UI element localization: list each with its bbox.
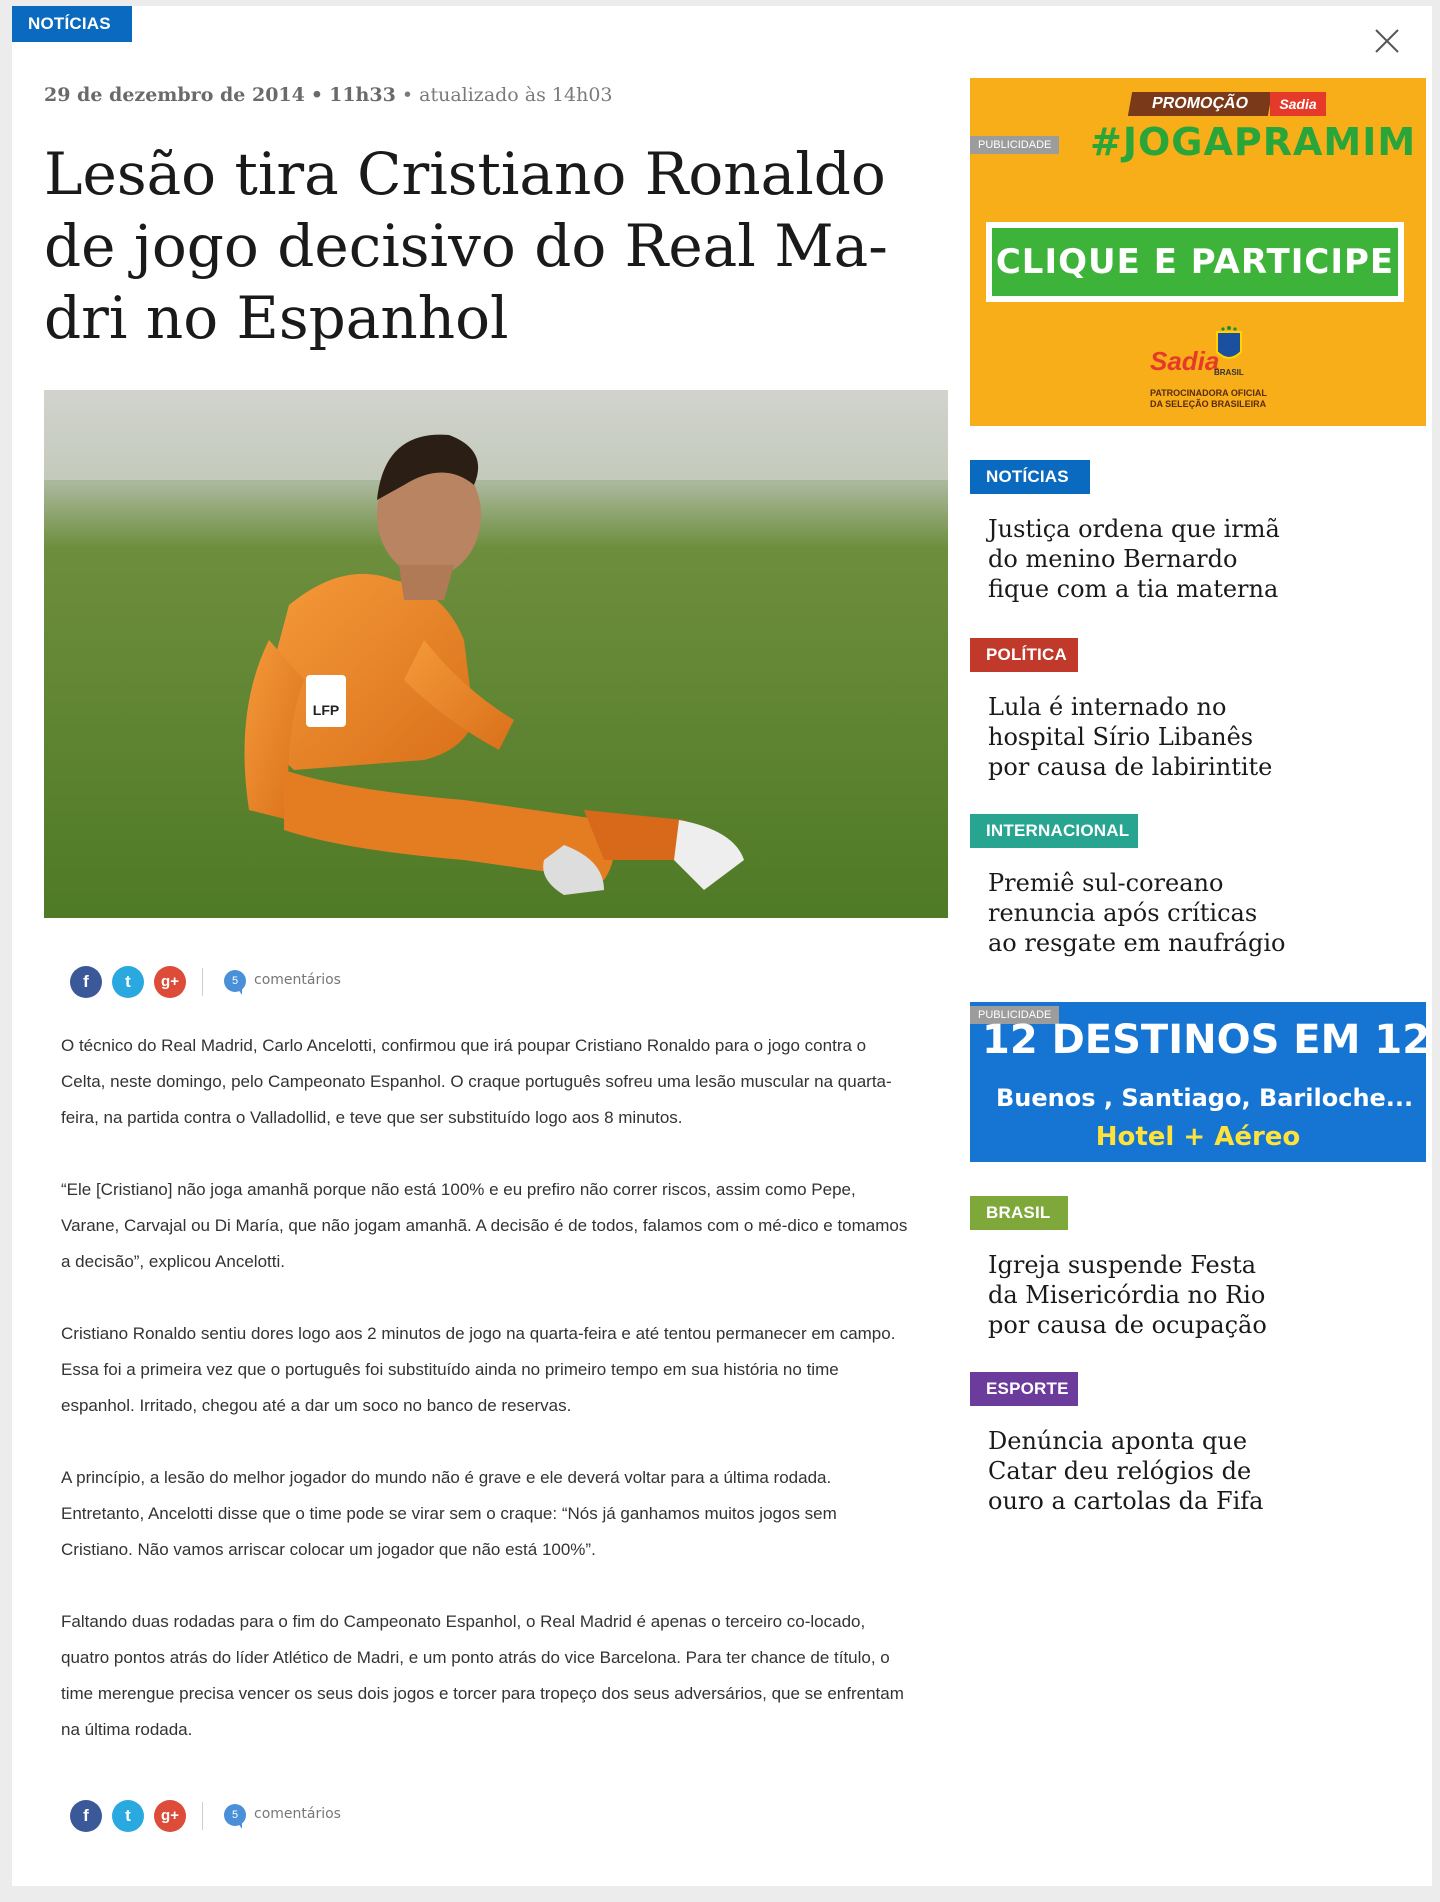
sidebar-tag-politica[interactable]: POLÍTICA xyxy=(970,638,1078,672)
lfp-badge xyxy=(306,675,346,727)
meta-separator: • xyxy=(310,84,324,106)
section-tag-noticias[interactable]: NOTÍCIAS xyxy=(12,6,132,42)
ad-brasil-text: BRASIL xyxy=(1214,368,1244,377)
close-icon[interactable] xyxy=(1372,26,1402,56)
divider xyxy=(202,968,203,996)
headline-line: renuncia após críticas xyxy=(988,899,1258,927)
sidebar-tag-esporte[interactable]: ESPORTE xyxy=(970,1372,1078,1406)
sidebar-headline[interactable]: Justiça ordena que irmã do menino Bernar… xyxy=(988,514,1308,604)
article-time: 11h33 xyxy=(329,84,396,106)
headline-line: Lula é internado no xyxy=(988,693,1227,721)
twitter-icon[interactable]: t xyxy=(112,966,144,998)
comments-link[interactable]: comentários xyxy=(254,972,341,988)
headline-line: Denúncia aponta que xyxy=(988,1427,1248,1455)
ad-travel-offer: Hotel + Aéreo xyxy=(1095,1122,1301,1152)
headline-line: hospital Sírio Libanês xyxy=(988,723,1254,751)
sidebar-headline[interactable]: Igreja suspende Festa da Misericórdia no… xyxy=(988,1250,1308,1340)
headline-line: Lesão tira Cristiano Ronaldo xyxy=(44,140,886,208)
lfp-badge-text: LFP xyxy=(313,702,339,718)
article-paragraph: Cristiano Ronaldo sentiu dores logo aos … xyxy=(61,1324,896,1415)
article-paragraph: O técnico do Real Madrid, Carlo Ancelott… xyxy=(61,1036,892,1127)
twitter-icon[interactable]: t xyxy=(112,1800,144,1832)
ad-cta-button[interactable]: CLIQUE E PARTICIPE xyxy=(992,228,1398,296)
ad-hashtag: #JOGAPRAMIM xyxy=(1090,120,1417,164)
ad-travel-headline: 12 DESTINOS EM 12x xyxy=(982,1017,1426,1063)
headline-line: por causa de labirintite xyxy=(988,753,1273,781)
ad-sponsor-text: PATROCINADORA OFICIAL DA SELEÇÃO BRASILE… xyxy=(1150,388,1350,410)
headline-line: Justiça ordena que irmã xyxy=(988,515,1280,543)
sidebar-tag-noticias[interactable]: NOTÍCIAS xyxy=(970,460,1090,494)
article-meta: 29 de dezembro de 2014 • 11h33 • atualiz… xyxy=(44,84,613,106)
sidebar-headline[interactable]: Premiê sul-coreano renuncia após crítica… xyxy=(988,868,1308,958)
ad-sadia-banner[interactable]: PUBLICIDADE PROMOÇÃO Sadia #JOGAPRAMIM C… xyxy=(970,78,1426,426)
comments-count[interactable]: 5 xyxy=(224,1804,246,1829)
article-updated: atualizado às 14h03 xyxy=(419,84,613,106)
meta-separator: • xyxy=(401,84,414,106)
advertising-label: PUBLICIDADE xyxy=(970,136,1060,154)
headline-line: Igreja suspende Festa xyxy=(988,1251,1257,1279)
sidebar-tag-brasil[interactable]: BRASIL xyxy=(970,1196,1068,1230)
article-paragraph: “Ele [Cristiano] não joga amanhã porque … xyxy=(61,1180,908,1271)
cbf-crest-icon xyxy=(1214,326,1244,366)
headline-line: Premiê sul-coreano xyxy=(988,869,1224,897)
article-headline: Lesão tira Cristiano Ronaldo de jogo dec… xyxy=(44,138,924,354)
comments-count[interactable]: 5 xyxy=(224,970,246,995)
article-page: NOTÍCIAS 29 de dezembro de 2014 • 11h33 … xyxy=(12,6,1432,1886)
headline-line: dri no Espanhol xyxy=(44,284,509,352)
ad-sponsor-line: DA SELEÇÃO BRASILEIRA xyxy=(1150,399,1267,409)
ad-brand-logo: Sadia xyxy=(1150,346,1220,376)
headline-line: por causa de ocupação xyxy=(988,1311,1267,1339)
ad-travel-banner[interactable]: PUBLICIDADE 12 DESTINOS EM 12x Buenos , … xyxy=(970,1002,1426,1162)
headline-line: ao resgate em naufrágio xyxy=(988,929,1286,957)
ad-travel-destinations: Buenos , Santiago, Bariloche... xyxy=(996,1084,1414,1112)
sidebar-headline[interactable]: Lula é internado no hospital Sírio Liban… xyxy=(988,692,1308,782)
article-paragraph: A princípio, a lesão do melhor jogador d… xyxy=(61,1468,837,1559)
ad-brand-small: Sadia xyxy=(1270,92,1326,116)
headline-line: da Misericórdia no Rio xyxy=(988,1281,1266,1309)
google-plus-icon[interactable]: g+ xyxy=(154,966,186,998)
ad-cta-frame[interactable]: CLIQUE E PARTICIPE xyxy=(986,222,1404,302)
article-date: 29 de dezembro de 2014 xyxy=(44,84,305,106)
headline-line: ouro a cartolas da Fifa xyxy=(988,1487,1264,1515)
sidebar-headline[interactable]: Denúncia aponta que Catar deu relógios d… xyxy=(988,1426,1308,1516)
article-paragraph: Faltando duas rodadas para o fim do Camp… xyxy=(61,1612,904,1739)
facebook-icon[interactable]: f xyxy=(70,966,102,998)
headline-line: Catar deu relógios de xyxy=(988,1457,1252,1485)
ad-sponsor-line: PATROCINADORA OFICIAL xyxy=(1150,388,1267,398)
comments-link[interactable]: comentários xyxy=(254,1806,341,1822)
headline-line: do menino Bernardo xyxy=(988,545,1238,573)
article-photo: LFP xyxy=(44,390,948,918)
headline-line: de jogo decisivo do Real Ma- xyxy=(44,212,888,280)
facebook-icon[interactable]: f xyxy=(70,1800,102,1832)
sidebar-tag-internacional[interactable]: INTERNACIONAL xyxy=(970,814,1138,848)
headline-line: fique com a tia materna xyxy=(988,575,1279,603)
google-plus-icon[interactable]: g+ xyxy=(154,1800,186,1832)
ad-promo: PROMOÇÃO xyxy=(1127,92,1273,116)
article-body: O técnico do Real Madrid, Carlo Ancelott… xyxy=(61,1028,911,1784)
divider xyxy=(202,1802,203,1830)
